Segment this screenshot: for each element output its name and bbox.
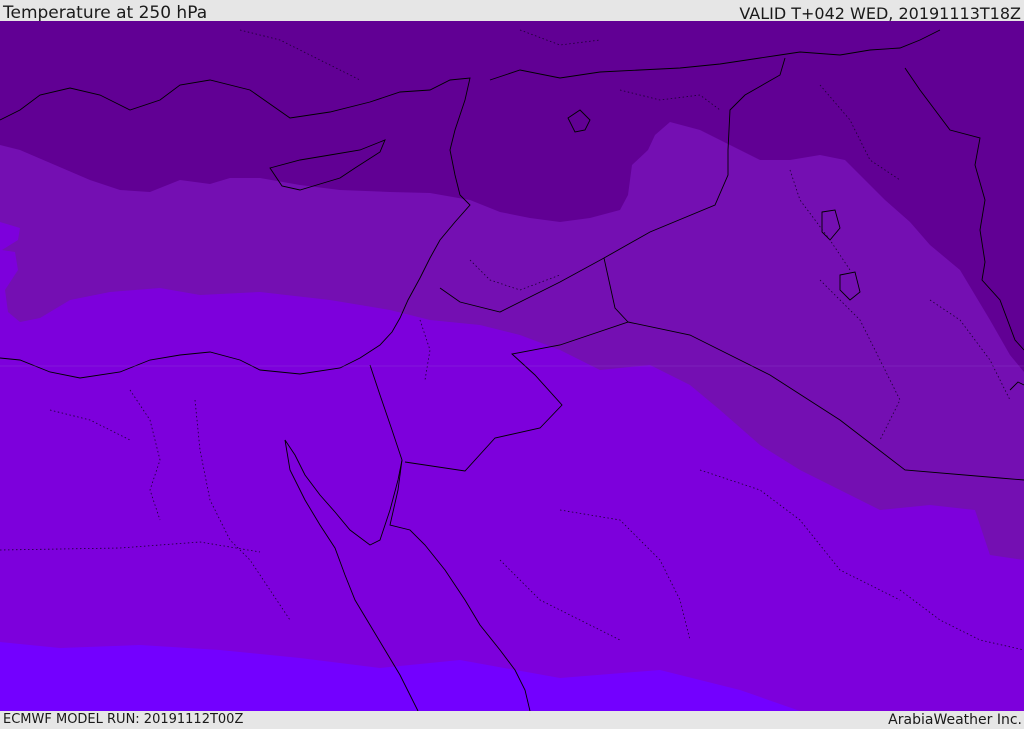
weather-map[interactable] (0, 21, 1024, 711)
model-run-label: ECMWF MODEL RUN: 20191112T00Z (3, 712, 244, 727)
top-bar: Temperature at 250 hPa VALID T+042 WED, … (0, 0, 1024, 23)
brand-label: ArabiaWeather Inc. (888, 712, 1022, 728)
map-title: Temperature at 250 hPa (3, 3, 208, 23)
map-canvas (0, 21, 1024, 711)
bottom-bar: ECMWF MODEL RUN: 20191112T00Z ArabiaWeat… (0, 711, 1024, 729)
